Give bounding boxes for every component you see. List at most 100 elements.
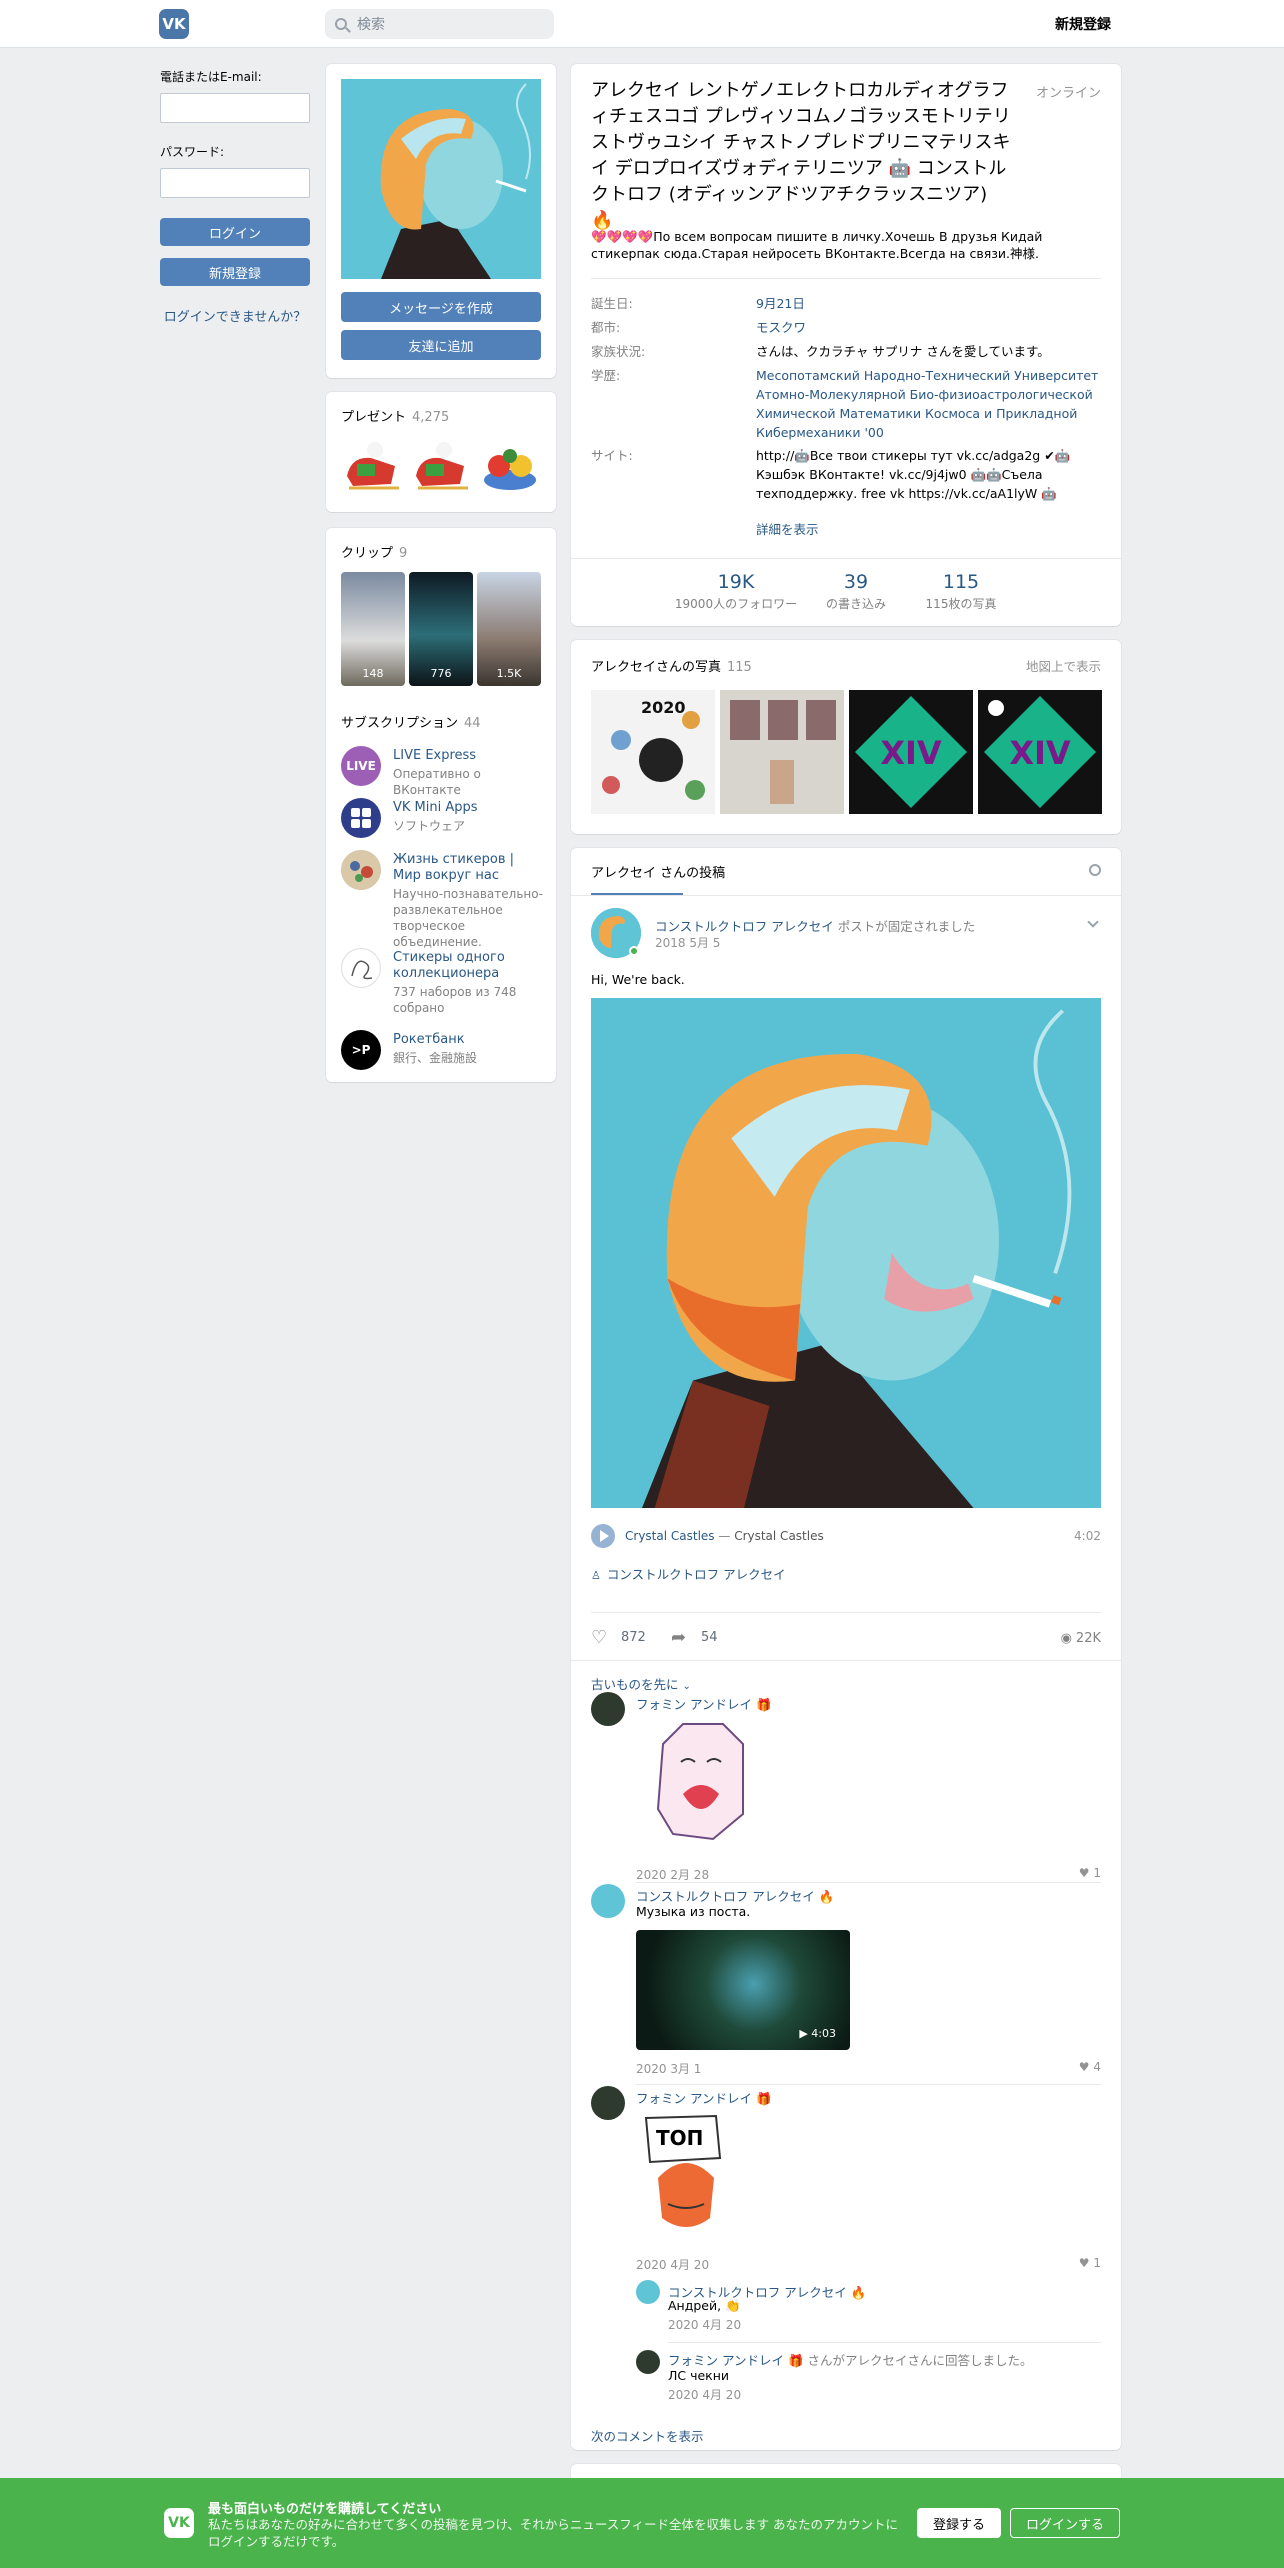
reply-date[interactable]: 2020 4月 20 bbox=[668, 2316, 741, 2333]
chevron-down-icon[interactable] bbox=[1087, 916, 1099, 928]
replier-avatar[interactable] bbox=[636, 2350, 660, 2374]
clip-views: 1.5K bbox=[496, 667, 522, 680]
photo-thumbnail[interactable]: XIV bbox=[978, 690, 1102, 814]
wall-tabs: アレクセイ さんの投稿 bbox=[571, 848, 1121, 896]
banner-login-button[interactable]: ログインする bbox=[1010, 2508, 1120, 2538]
like-button[interactable]: ♡ 872 bbox=[591, 1627, 646, 1648]
reply-date[interactable]: 2020 4月 20 bbox=[668, 2386, 741, 2403]
banner-signup-button[interactable]: 登録する bbox=[917, 2508, 1001, 2538]
counter-label: の書き込み bbox=[825, 597, 886, 611]
post-date[interactable]: 2018 5月 5 bbox=[655, 934, 720, 951]
comment-date[interactable]: 2020 4月 20 bbox=[636, 2256, 709, 2273]
photos-header[interactable]: アレクセイさんの写真 115 bbox=[591, 656, 752, 675]
play-icon[interactable] bbox=[591, 1524, 615, 1548]
commenter-name[interactable]: コンストルクトロフ アレクセイ 🔥 bbox=[636, 1886, 834, 1905]
subscription-name[interactable]: VK Mini Apps bbox=[393, 800, 543, 816]
commenter-name[interactable]: フォミン アンドレイ 🎁 bbox=[636, 1694, 772, 1713]
profile-status: 💖💖💖💖По всем вопросам пишите в личку.Хоче… bbox=[591, 229, 1043, 261]
audio-attachment: Crystal Castles — Crystal Castles 4:02 bbox=[591, 1524, 1101, 1548]
info-value[interactable]: モスクワ bbox=[756, 318, 1101, 337]
comment-text: Музыка из поста. bbox=[636, 1904, 751, 1919]
vk-logo: VK bbox=[164, 2508, 194, 2538]
commenter-avatar[interactable] bbox=[591, 1884, 625, 1918]
comment-like-count: 1 bbox=[1093, 1866, 1101, 1880]
comment-item: コンストルクトロフ アレクセイ 🔥 Музыка из поста. ▶ 4:0… bbox=[591, 1884, 1101, 2084]
login-button[interactable]: ログイン bbox=[160, 218, 310, 246]
gift-item[interactable] bbox=[479, 436, 541, 498]
replier-name[interactable]: フォミン アンドレイ 🎁 bbox=[668, 2353, 804, 2368]
subscription-name[interactable]: Рокетбанк bbox=[393, 1032, 543, 1048]
comment-like[interactable]: ♥ 4 bbox=[1079, 2060, 1101, 2074]
subscription-name[interactable]: Стикеры одного коллекционера bbox=[393, 950, 543, 982]
add-friend-button[interactable]: 友達に追加 bbox=[341, 330, 541, 360]
photo-thumbnail[interactable] bbox=[720, 690, 844, 814]
post-author-name[interactable]: コンストルクトロフ アレクセイ bbox=[655, 919, 834, 934]
subscription-item[interactable]: >P Рокетбанк 銀行、金融施設 bbox=[341, 1030, 546, 1072]
subscriptions-count: 44 bbox=[464, 716, 481, 731]
commenter-avatar[interactable] bbox=[591, 1692, 625, 1726]
comment-like[interactable]: ♥ 1 bbox=[1079, 2256, 1101, 2270]
signup-button[interactable]: 新規登録 bbox=[160, 258, 310, 286]
sticker-image: ТОП bbox=[636, 2108, 736, 2236]
forgot-login-link[interactable]: ログインできませんか？ bbox=[160, 306, 310, 325]
profile-avatar[interactable] bbox=[341, 79, 541, 279]
post-image[interactable] bbox=[591, 998, 1101, 1508]
comment-date[interactable]: 2020 2月 28 bbox=[636, 1866, 709, 1883]
show-more-comments-link[interactable]: 次のコメントを表示 bbox=[591, 2426, 704, 2445]
subscription-item[interactable]: VK Mini Apps ソフトウェア bbox=[341, 798, 546, 840]
photo-thumbnail[interactable]: XIV bbox=[849, 690, 973, 814]
collector-avatar bbox=[341, 948, 381, 988]
subscription-item[interactable]: Жизнь стикеров | Мир вокруг нас Научно-п… bbox=[341, 850, 546, 949]
online-indicator bbox=[629, 946, 639, 956]
subscriptions-header[interactable]: サブスクリプション 44 bbox=[341, 712, 481, 731]
tab-user-posts[interactable]: アレクセイ さんの投稿 bbox=[591, 862, 725, 881]
share-button[interactable]: ➦ 54 bbox=[671, 1627, 718, 1648]
signup-link[interactable]: 新規登録 bbox=[1055, 14, 1111, 34]
login-form: 電話またはE-mail: パスワード: ログイン 新規登録 ログインできませんか… bbox=[160, 68, 310, 325]
info-value[interactable]: Месопотамский Народно-Технический Универ… bbox=[756, 366, 1101, 442]
subscription-name[interactable]: Жизнь стикеров | Мир вокруг нас bbox=[393, 852, 543, 884]
vk-logo[interactable]: VK bbox=[159, 9, 189, 39]
send-message-button[interactable]: メッセージを作成 bbox=[341, 292, 541, 322]
comment-date[interactable]: 2020 3月 1 bbox=[636, 2060, 701, 2077]
comment-like[interactable]: ♥ 1 bbox=[1079, 1866, 1101, 1880]
subscription-desc: Оперативно о ВКонтакте bbox=[393, 767, 481, 797]
video-attachment[interactable]: ▶ 4:03 bbox=[636, 1930, 850, 2050]
password-field[interactable] bbox=[160, 168, 310, 198]
clip-views: 776 bbox=[430, 667, 452, 680]
comment-sort-dropdown[interactable]: 古いものを先に ⌄ bbox=[591, 1674, 691, 1693]
audio-artist[interactable]: Crystal Castles bbox=[625, 1529, 715, 1543]
search-input[interactable]: 検索 bbox=[325, 9, 554, 39]
counter-followers[interactable]: 19K 19000人のフォロワー bbox=[671, 571, 801, 612]
info-value[interactable]: http://🤖Все твои стикеры тут vk.cc/adga2… bbox=[756, 446, 1101, 503]
counter-photos[interactable]: 115 115枚の写真 bbox=[911, 571, 1011, 612]
subscription-item[interactable]: Стикеры одного коллекционера 737 наборов… bbox=[341, 948, 546, 1015]
profile-counters: 19K 19000人のフォロワー 39 の書き込み 115 115枚の写真 bbox=[571, 558, 1121, 626]
commenter-avatar[interactable] bbox=[591, 2086, 625, 2120]
phone-email-field[interactable] bbox=[160, 93, 310, 123]
sticker-text: ТОП bbox=[656, 2126, 704, 2150]
replier-avatar[interactable] bbox=[636, 2280, 660, 2304]
post-signer-name[interactable]: コンストルクトロフ アレクセイ bbox=[607, 1567, 786, 1582]
gift-item[interactable] bbox=[410, 436, 472, 498]
subscription-item[interactable]: LIVE LIVE Express Оперативно о ВКонтакте bbox=[341, 746, 546, 797]
photo-thumbnail[interactable]: 2020 bbox=[591, 690, 715, 814]
clips-header[interactable]: クリップ 9 bbox=[341, 542, 407, 561]
counter-posts[interactable]: 39 の書き込み bbox=[811, 571, 901, 612]
comment-item: フォミン アンドレイ 🎁 2020 2月 28 ♥ 1 bbox=[591, 1692, 1101, 1882]
gifts-header[interactable]: プレゼント 4,275 bbox=[341, 406, 449, 425]
show-on-map-link[interactable]: 地図上で表示 bbox=[1026, 656, 1101, 675]
clips-count: 9 bbox=[399, 546, 408, 561]
info-value[interactable]: 9月21日 bbox=[756, 294, 1101, 313]
clip-thumbnail[interactable]: 776 bbox=[409, 572, 473, 686]
clip-thumbnail[interactable]: 148 bbox=[341, 572, 405, 686]
info-value: さんは、クカラチャ サプリナ さんを愛しています。 bbox=[756, 344, 1050, 359]
subscription-name[interactable]: LIVE Express bbox=[393, 748, 543, 764]
clip-thumbnail[interactable]: 1.5K bbox=[477, 572, 541, 686]
gift-item[interactable] bbox=[341, 436, 403, 498]
show-more-link[interactable]: 詳細を表示 bbox=[756, 520, 1101, 539]
person-icon: ♙ bbox=[591, 1569, 601, 1582]
commenter-name[interactable]: フォミン アンドレイ 🎁 bbox=[636, 2088, 772, 2107]
audio-track[interactable]: Crystal Castles — Crystal Castles bbox=[625, 1529, 824, 1543]
wall-search-icon[interactable] bbox=[1089, 864, 1101, 876]
